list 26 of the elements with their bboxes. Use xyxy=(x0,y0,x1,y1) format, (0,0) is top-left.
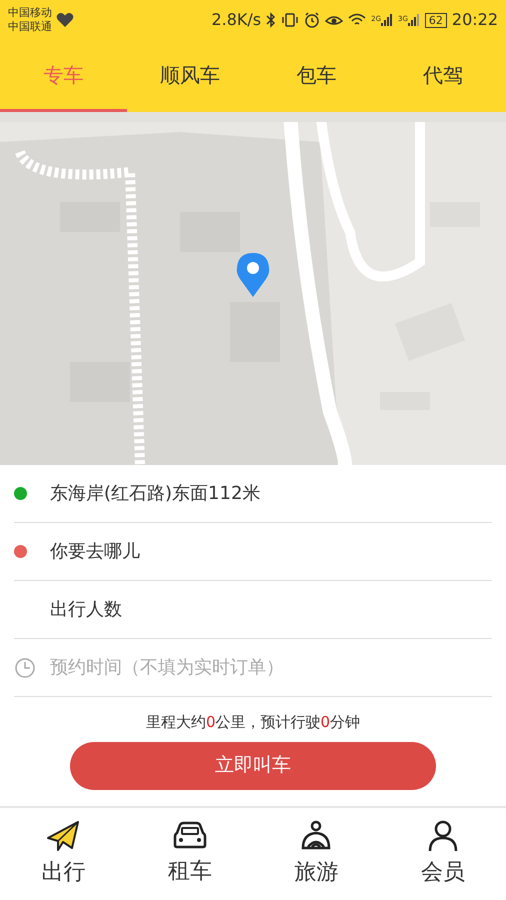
carrier-name: 中国联通 xyxy=(8,20,52,34)
carrier-name: 中国移动 xyxy=(8,6,52,20)
bottom-nav-item[interactable]: 旅游 xyxy=(253,808,380,900)
tab[interactable]: 顺风车 xyxy=(126,40,253,112)
signal-icon xyxy=(408,14,420,26)
form-row-text[interactable]: 东海岸(红石路)东面112米 xyxy=(50,480,260,507)
form-row-text[interactable]: 你要去哪儿 xyxy=(50,538,140,565)
bluetooth-icon xyxy=(266,12,276,28)
clock-time: 20:22 xyxy=(452,9,498,31)
alarm-clock-icon xyxy=(304,12,320,28)
bottom-nav-item[interactable]: 出行 xyxy=(0,808,126,900)
call-car-button[interactable]: 立即叫车 xyxy=(70,742,436,790)
bottom-nav-item[interactable]: 租车 xyxy=(126,808,253,900)
clock-icon xyxy=(14,656,36,678)
vibrate-icon xyxy=(281,12,300,28)
form-row-text[interactable]: 出行人数 xyxy=(50,596,122,623)
trip-estimate: 里程大约0公里，预计行驶0分钟 xyxy=(144,712,362,733)
tab[interactable]: 包车 xyxy=(253,40,380,112)
tab[interactable]: 代驾 xyxy=(380,40,506,112)
location-pin-icon xyxy=(236,252,270,298)
network-speed: 2.8K/s xyxy=(211,9,262,31)
signal-icon xyxy=(381,14,393,26)
battery-level: 62 xyxy=(424,12,447,28)
bottom-nav-item[interactable]: 会员 xyxy=(380,808,506,900)
heart-icon xyxy=(56,12,74,28)
wifi-icon xyxy=(348,13,366,27)
